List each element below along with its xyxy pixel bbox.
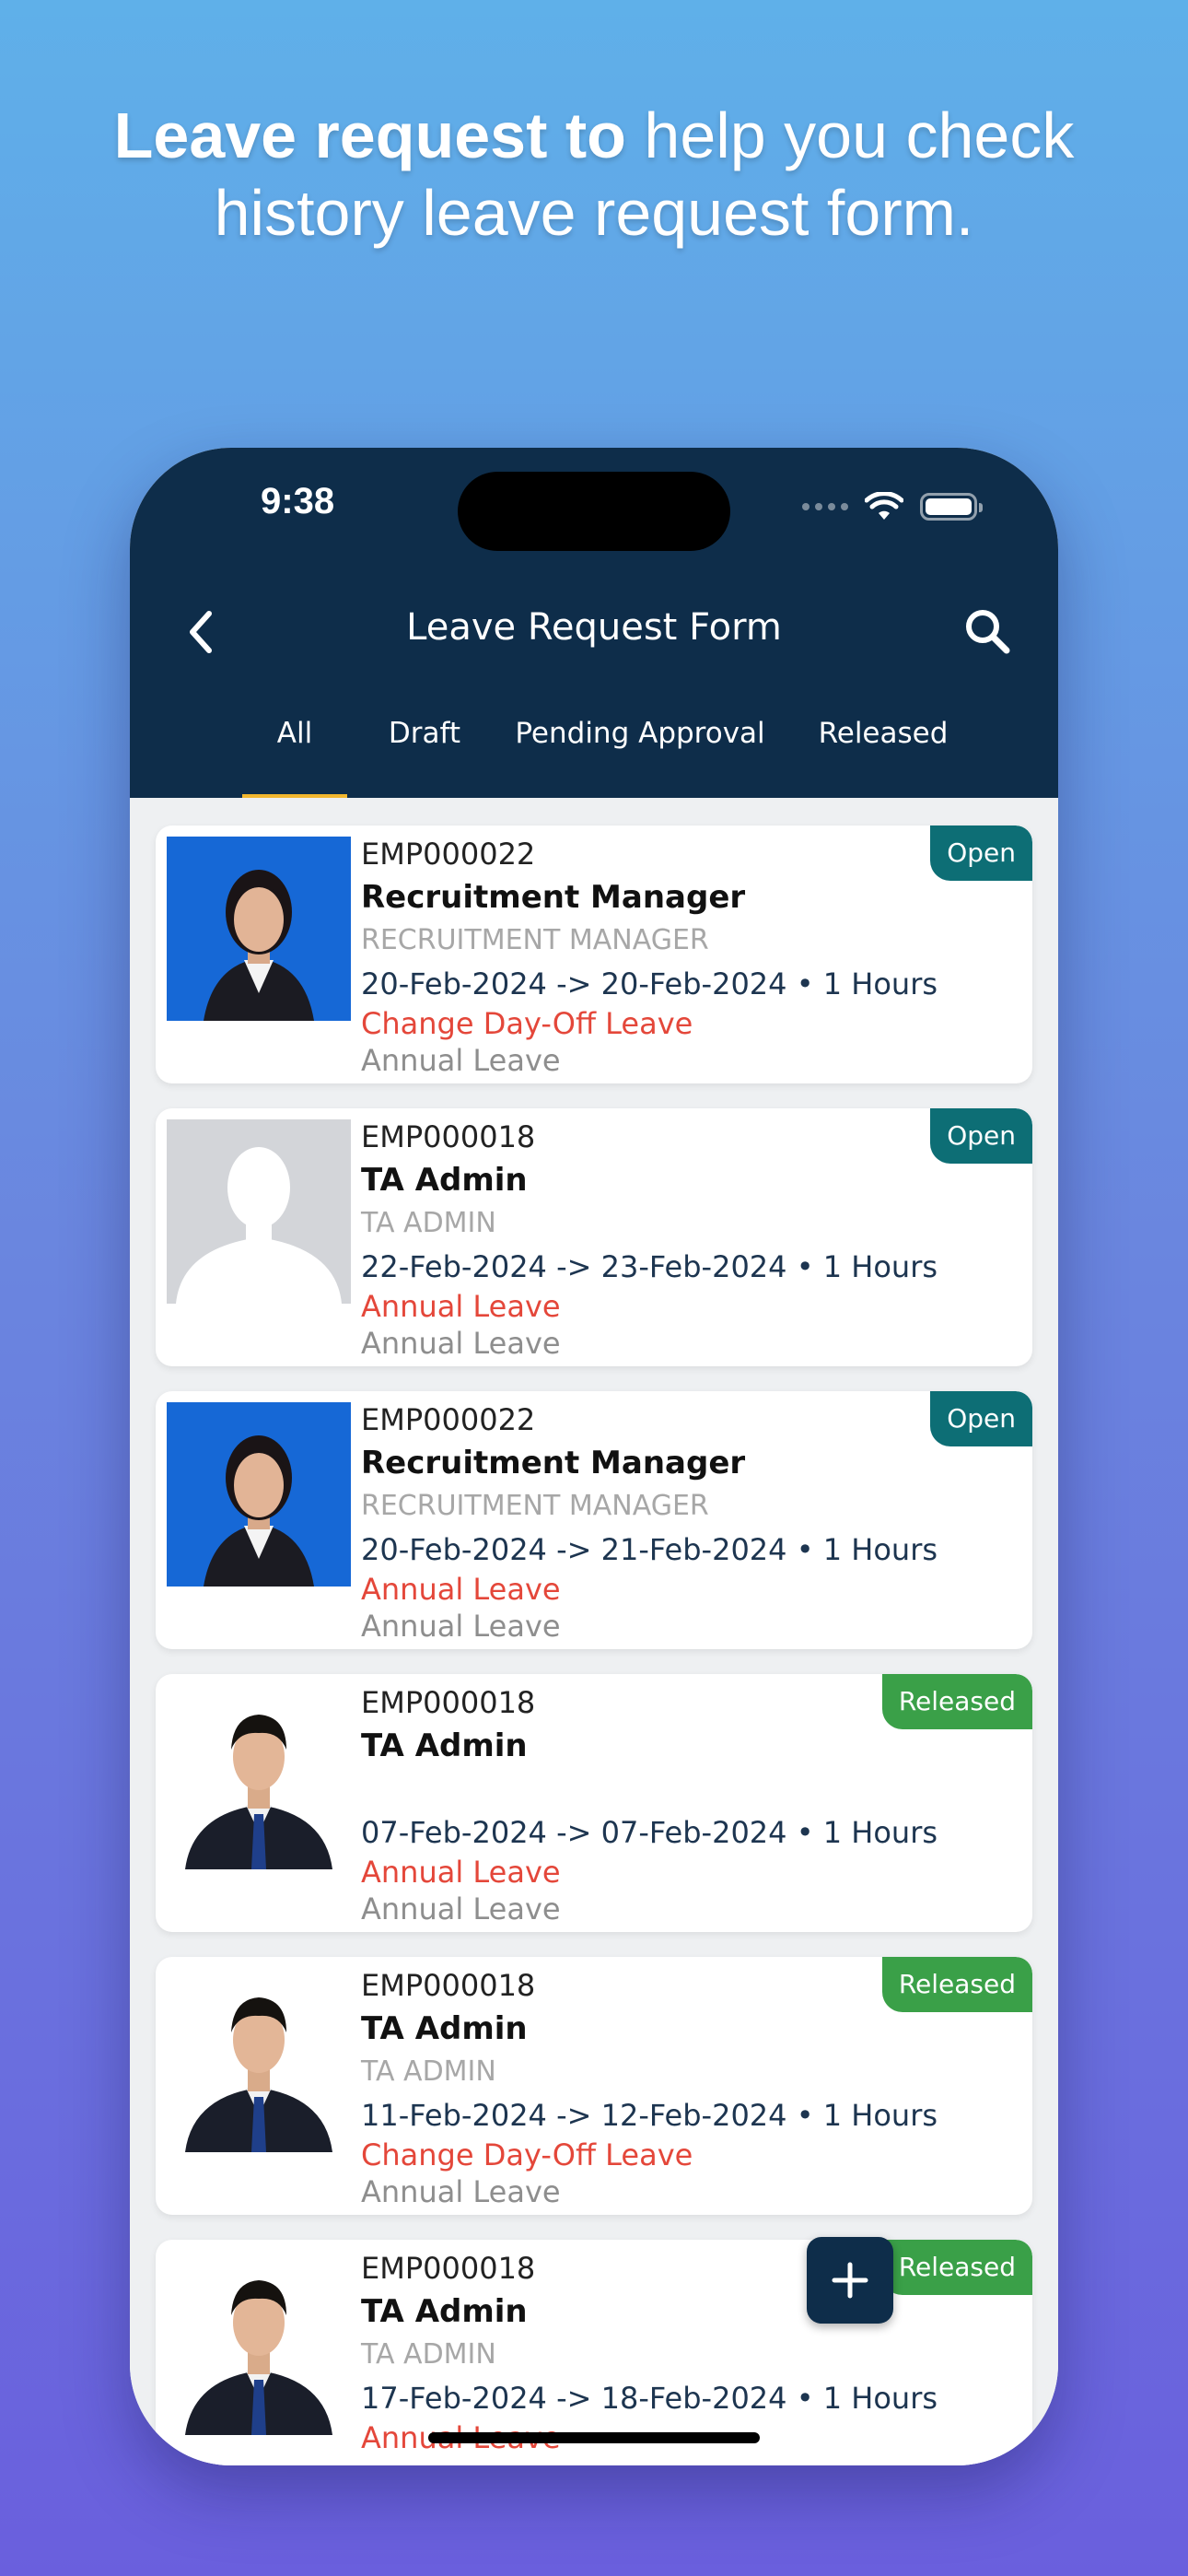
leave-dates: 20-Feb-2024 -> 20-Feb-2024 • 1 Hours xyxy=(361,966,938,1001)
status-icons xyxy=(802,492,983,521)
employee-position: RECRUITMENT MANAGER xyxy=(361,924,709,956)
employee-photo xyxy=(167,837,351,1021)
leave-type: Annual Leave xyxy=(361,1572,561,1607)
employee-position: TA ADMIN xyxy=(361,1207,496,1239)
employee-name: TA Admin xyxy=(361,1727,528,1764)
employee-position: TA ADMIN xyxy=(361,2338,496,2371)
status-badge: Released xyxy=(881,1674,1032,1729)
leave-type: Annual Leave xyxy=(361,1289,561,1324)
employee-name: TA Admin xyxy=(361,1162,528,1199)
employee-position: RECRUITMENT MANAGER xyxy=(361,1490,709,1522)
page-title: Leave Request Form xyxy=(406,606,782,649)
employee-photo xyxy=(167,2251,351,2435)
battery-icon xyxy=(920,493,983,521)
leave-category: Annual Leave xyxy=(361,1043,561,1078)
tab-released[interactable]: Released xyxy=(802,715,964,798)
leave-category: Annual Leave xyxy=(361,1891,561,1926)
leave-category: Annual Leave xyxy=(361,1609,561,1644)
app-header: 9:38 Leave Request Form All Draft Pendin… xyxy=(130,448,1058,798)
employee-name: Recruitment Manager xyxy=(361,879,746,916)
employee-photo xyxy=(167,1119,351,1304)
leave-type: Change Day-Off Leave xyxy=(361,2137,693,2172)
search-icon[interactable] xyxy=(959,603,1018,662)
leave-dates: 07-Feb-2024 -> 07-Feb-2024 • 1 Hours xyxy=(361,1815,938,1850)
leave-dates: 11-Feb-2024 -> 12-Feb-2024 • 1 Hours xyxy=(361,2098,938,2133)
tab-all[interactable]: All xyxy=(242,715,347,798)
list-item[interactable]: EMP000018 TA Admin TA ADMIN 11-Feb-2024 … xyxy=(156,1957,1032,2215)
dynamic-island xyxy=(458,472,730,551)
employee-id: EMP000022 xyxy=(361,1402,536,1437)
status-badge: Released xyxy=(881,2240,1032,2295)
list-item[interactable]: EMP000022 Recruitment Manager RECRUITMEN… xyxy=(156,825,1032,1083)
headline-bold: Leave request to xyxy=(113,100,626,171)
employee-id: EMP000018 xyxy=(361,1119,536,1154)
list-item[interactable]: EMP000018 TA Admin 07-Feb-2024 -> 07-Feb… xyxy=(156,1674,1032,1932)
leave-type: Change Day-Off Leave xyxy=(361,1006,693,1041)
employee-name: Recruitment Manager xyxy=(361,1445,746,1481)
employee-position: TA ADMIN xyxy=(361,2055,496,2088)
tab-pending-approval[interactable]: Pending Approval xyxy=(502,715,778,798)
leave-category: Annual Leave xyxy=(361,1326,561,1361)
status-badge: Released xyxy=(881,1957,1032,2012)
leave-dates: 20-Feb-2024 -> 21-Feb-2024 • 1 Hours xyxy=(361,1532,938,1567)
phone-frame: 9:38 Leave Request Form All Draft Pendin… xyxy=(130,448,1058,2465)
status-badge: Open xyxy=(930,825,1032,881)
leave-dates: 17-Feb-2024 -> 18-Feb-2024 • 1 Hours xyxy=(361,2381,938,2416)
leave-type: Annual Leave xyxy=(361,1855,561,1890)
plus-icon xyxy=(832,2262,868,2299)
leave-request-list: EMP000022 Recruitment Manager RECRUITMEN… xyxy=(130,798,1058,2465)
employee-photo xyxy=(167,1685,351,1869)
status-badge: Open xyxy=(930,1108,1032,1164)
employee-id: EMP000022 xyxy=(361,837,536,872)
wifi-icon xyxy=(865,492,903,520)
employee-name: TA Admin xyxy=(361,2293,528,2330)
employee-name: TA Admin xyxy=(361,2010,528,2047)
leave-dates: 22-Feb-2024 -> 23-Feb-2024 • 1 Hours xyxy=(361,1249,938,1284)
employee-position xyxy=(361,1768,1014,1810)
employee-photo xyxy=(167,1968,351,2152)
status-time: 9:38 xyxy=(261,481,335,521)
status-badge: Open xyxy=(930,1391,1032,1446)
status-tabs: All Draft Pending Approval Released xyxy=(130,715,1058,798)
home-indicator xyxy=(428,2432,760,2443)
tab-draft[interactable]: Draft xyxy=(371,715,478,798)
list-item[interactable]: EMP000022 Recruitment Manager RECRUITMEN… xyxy=(156,1391,1032,1649)
list-item[interactable]: EMP000018 TA Admin TA ADMIN 22-Feb-2024 … xyxy=(156,1108,1032,1366)
employee-photo xyxy=(167,1402,351,1587)
leave-category: Annual Leave xyxy=(361,2174,561,2209)
cellular-signal-icon xyxy=(802,503,848,510)
add-request-button[interactable] xyxy=(807,2237,893,2324)
promo-headline: Leave request to help you check history … xyxy=(111,97,1077,252)
